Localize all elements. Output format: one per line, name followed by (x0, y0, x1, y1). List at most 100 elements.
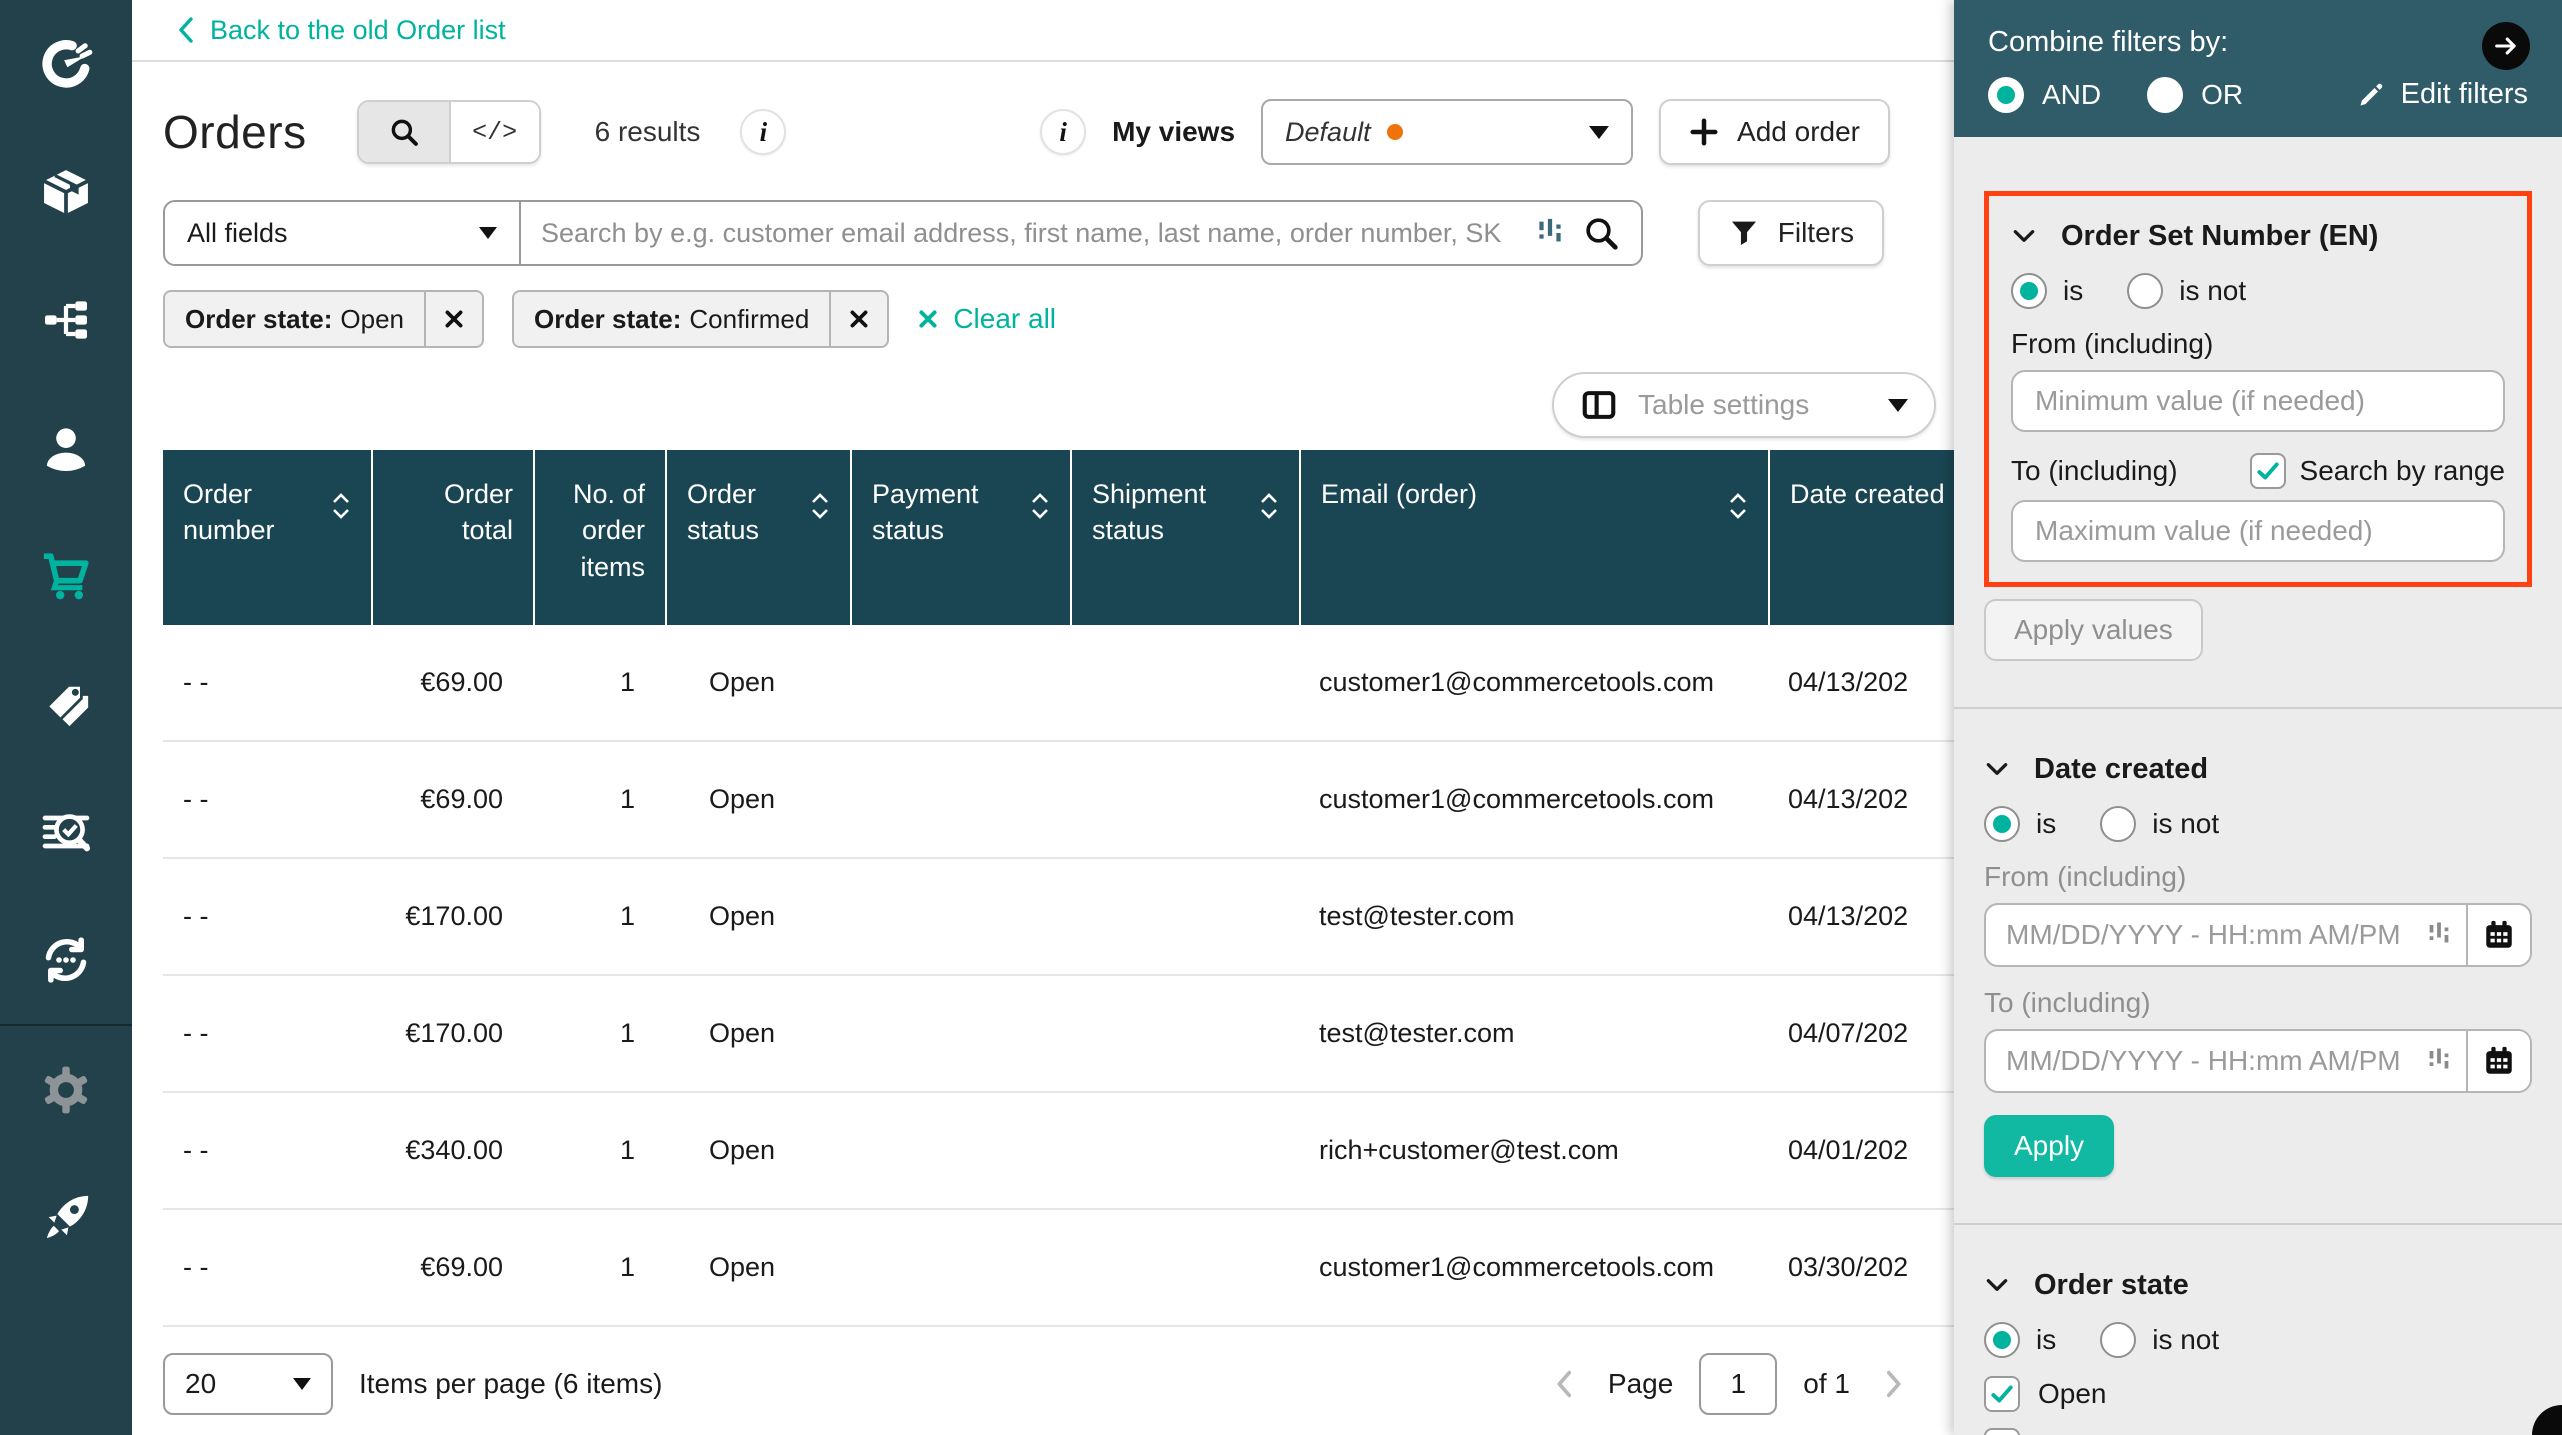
table-row[interactable]: - - €69.00 1 Open customer1@commercetool… (163, 742, 1954, 859)
apply-values-button[interactable]: Apply values (1984, 599, 2203, 661)
column-header-email-order[interactable]: Email (order) (1299, 450, 1768, 625)
table-settings-dropdown[interactable]: Table settings (1552, 372, 1936, 438)
text-search-toggle-button[interactable] (359, 102, 449, 162)
date-from-input[interactable] (1986, 919, 2426, 951)
sidebar-item-discounts[interactable] (0, 640, 132, 768)
clear-all-filters-link[interactable]: Clear all (917, 303, 1056, 335)
my-views-info-icon[interactable]: i (1040, 109, 1086, 155)
sidebar-item-audit[interactable] (0, 768, 132, 896)
sidebar-item-whats-new[interactable] (0, 1154, 132, 1282)
is-not-radio[interactable] (2100, 1322, 2136, 1358)
filter-chip-order-state-open[interactable]: Order state: Open (163, 290, 484, 348)
check-icon (2255, 458, 2281, 484)
open-label: Open (2038, 1378, 2107, 1410)
table-row[interactable]: - - €170.00 1 Open test@tester.com 04/07… (163, 976, 1954, 1093)
and-radio[interactable] (1988, 77, 2024, 113)
is-radio[interactable] (2011, 273, 2047, 309)
remove-filter-button[interactable] (829, 292, 887, 346)
cell-order-items: 1 (533, 742, 665, 857)
cell-order-number: - - (163, 1093, 371, 1208)
confirmed-checkbox[interactable] (1984, 1428, 2020, 1435)
back-to-old-order-list-link[interactable]: Back to the old Order list (176, 15, 506, 46)
table-row[interactable]: - - €69.00 1 Open customer1@commercetool… (163, 1210, 1954, 1327)
sidebar-item-operations[interactable] (0, 896, 132, 1024)
edit-filters-button[interactable]: Edit filters (2357, 78, 2528, 111)
column-header-no-of-order-items[interactable]: No. of order items (533, 450, 665, 625)
column-header-order-status[interactable]: Order status (665, 450, 850, 625)
view-selector[interactable]: Default (1261, 99, 1633, 165)
is-radio[interactable] (1984, 1322, 2020, 1358)
apply-values-label: Apply values (2014, 614, 2173, 646)
filters-button[interactable]: Filters (1698, 200, 1884, 266)
add-order-button[interactable]: Add order (1659, 99, 1890, 165)
next-page-icon[interactable] (1876, 1367, 1910, 1401)
is-radio[interactable] (1984, 806, 2020, 842)
results-info-icon[interactable]: i (740, 109, 786, 155)
date-to-input[interactable] (1986, 1045, 2426, 1077)
column-header-date-created[interactable]: Date created (1768, 450, 1954, 625)
view-selector-value: Default (1285, 117, 1371, 148)
column-header-shipment-status[interactable]: Shipment status (1070, 450, 1299, 625)
calendar-button[interactable] (2466, 1031, 2530, 1091)
cell-shipment-status (1070, 742, 1299, 857)
page-size-select[interactable]: 20 (163, 1353, 333, 1415)
collapse-panel-button[interactable] (2482, 22, 2530, 70)
calendar-button[interactable] (2466, 905, 2530, 965)
column-header-order-number[interactable]: Order number (163, 450, 371, 625)
previous-page-icon[interactable] (1548, 1367, 1582, 1401)
search-input[interactable] (521, 218, 1535, 249)
column-header-payment-status[interactable]: Payment status (850, 450, 1070, 625)
sidebar-item-dashboard[interactable] (0, 0, 132, 128)
sidebar-item-orders[interactable] (0, 512, 132, 640)
page-number-input[interactable] (1699, 1353, 1777, 1415)
minimum-value-input[interactable] (2011, 370, 2505, 432)
search-by-range-checkbox[interactable] (2250, 453, 2286, 489)
is-not-label: is not (2152, 808, 2219, 840)
apply-button[interactable]: Apply (1984, 1115, 2114, 1177)
cell-payment-status (850, 1093, 1070, 1208)
products-box-icon (38, 164, 94, 220)
cell-shipment-status (1070, 625, 1299, 740)
cell-order-status: Open (665, 625, 850, 740)
advanced-query-toggle-button[interactable]: </> (449, 102, 539, 162)
main-content: Back to the old Order list Orders </> 6 … (132, 0, 1954, 1435)
cell-date-created: 04/13/202 (1768, 742, 1954, 857)
is-not-radio[interactable] (2100, 806, 2136, 842)
orders-cart-icon (38, 548, 94, 604)
section-header[interactable]: Order state (1984, 1265, 2532, 1305)
open-checkbox[interactable] (1984, 1376, 2020, 1412)
date-to-input-group (1984, 1029, 2532, 1093)
and-label: AND (2042, 79, 2101, 111)
is-label: is (2036, 808, 2056, 840)
is-not-radio[interactable] (2127, 273, 2163, 309)
recent-searches-icon[interactable] (1535, 216, 1565, 250)
maximum-value-input[interactable] (2011, 500, 2505, 562)
search-box-icons (1535, 213, 1641, 253)
filter-chip-order-state-confirmed[interactable]: Order state: Confirmed (512, 290, 889, 348)
column-header-order-total[interactable]: Order total (371, 450, 533, 625)
from-label: From (including) (2011, 328, 2505, 360)
table-row[interactable]: - - €170.00 1 Open test@tester.com 04/13… (163, 859, 1954, 976)
search-box: All fields (163, 200, 1643, 266)
recent-dates-icon[interactable] (2426, 920, 2452, 950)
sidebar-item-categories[interactable] (0, 256, 132, 384)
filter-chip-text: Order state: Confirmed (514, 292, 829, 346)
search-scope-select[interactable]: All fields (165, 202, 521, 264)
recent-dates-icon[interactable] (2426, 1046, 2452, 1076)
order-state-option-open: Open (1984, 1375, 2532, 1413)
from-label: From (including) (1984, 861, 2532, 893)
filter-section-order-state: Order state is is not Open (1984, 1265, 2532, 1435)
section-header[interactable]: Date created (1984, 749, 2532, 789)
sort-icon (810, 490, 830, 522)
search-submit-icon[interactable] (1581, 213, 1621, 253)
table-row[interactable]: - - €69.00 1 Open customer1@commercetool… (163, 625, 1954, 742)
section-divider (1954, 1223, 2562, 1225)
cell-shipment-status (1070, 1093, 1299, 1208)
table-row[interactable]: - - €340.00 1 Open rich+customer@test.co… (163, 1093, 1954, 1210)
sidebar-item-products[interactable] (0, 128, 132, 256)
sidebar-item-customers[interactable] (0, 384, 132, 512)
remove-filter-button[interactable] (424, 292, 482, 346)
or-radio[interactable] (2147, 77, 2183, 113)
section-header[interactable]: Order Set Number (EN) (2011, 216, 2505, 256)
sidebar-item-settings[interactable] (0, 1026, 132, 1154)
